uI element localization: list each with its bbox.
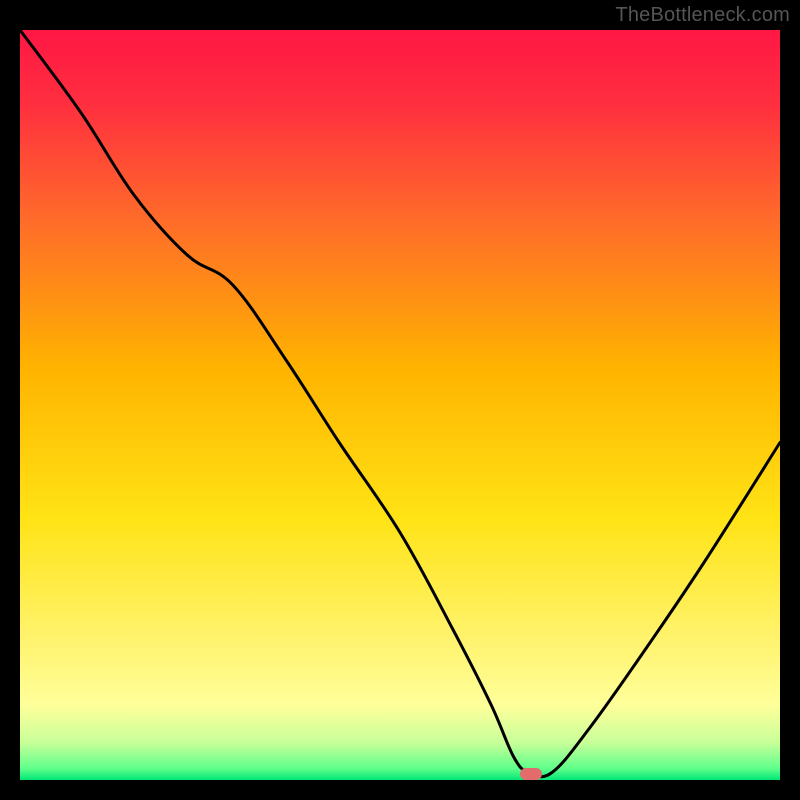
plot-area [20,30,780,780]
bottleneck-curve [20,30,780,780]
optimal-marker [520,768,542,780]
chart-container: TheBottleneck.com [0,0,800,800]
watermark-text: TheBottleneck.com [615,4,790,27]
